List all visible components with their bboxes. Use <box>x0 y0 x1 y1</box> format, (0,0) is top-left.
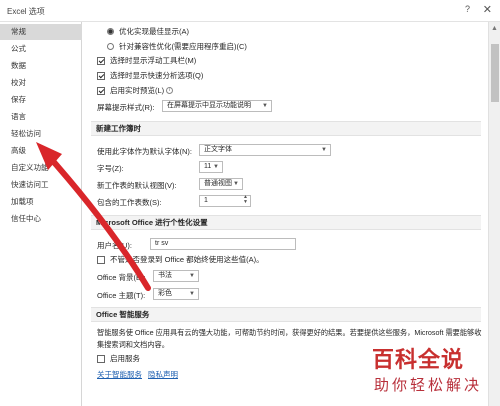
check-quick-analysis[interactable]: 选择时显示快速分析选项(Q) <box>97 70 203 81</box>
chevron-down-icon: ▼ <box>189 273 195 279</box>
tooltip-style-select[interactable]: 在屏幕提示中显示功能说明 ▼ <box>162 100 272 112</box>
sidebar-item-language[interactable]: 语言 <box>0 109 82 125</box>
sidebar-item-customize-ribbon[interactable]: 自定义功能 <box>0 160 82 176</box>
sidebar-item-trust-center[interactable]: 信任中心 <box>0 211 82 227</box>
font-label: 使用此字体作为默认字体(N): <box>97 147 192 156</box>
checkbox-unchecked-icon[interactable] <box>97 255 105 264</box>
sidebar-item-advanced[interactable]: 高级 <box>0 143 82 159</box>
default-view-label: 新工作表的默认视图(V): <box>97 181 177 190</box>
tooltip-style-value: 在屏幕提示中显示功能说明 <box>167 102 251 109</box>
window-title: Excel 选项 <box>7 7 45 16</box>
section-intelligent-services: Office 智能服务 <box>91 307 481 322</box>
check-live-preview-label: 启用实时预览(L) <box>110 86 165 95</box>
default-view-select[interactable]: 普通视图 ▼ <box>199 178 243 190</box>
spinner-icon[interactable]: ▲ ▼ <box>243 195 248 205</box>
sheet-count-stepper[interactable]: 1 ▲ ▼ <box>199 195 251 207</box>
radio-compatibility-label: 针对兼容性优化(需要应用程序重启)(C) <box>119 42 247 51</box>
checkbox-checked-icon[interactable] <box>97 71 105 80</box>
sidebar-item-general[interactable]: 常规 <box>0 24 82 40</box>
scroll-up-icon[interactable]: ▲ <box>491 25 498 32</box>
username-field[interactable]: tr sv <box>150 238 296 250</box>
chevron-down-icon: ▼ <box>189 291 195 297</box>
check-minitoolbar[interactable]: 选择时显示浮动工具栏(M) <box>97 55 196 66</box>
sheet-count-value: 1 <box>204 197 208 204</box>
sidebar-item-save[interactable]: 保存 <box>0 92 82 108</box>
checkbox-unchecked-icon[interactable] <box>97 354 105 363</box>
privacy-statement-link[interactable]: 隐私声明 <box>148 369 178 380</box>
chevron-down-icon: ▼ <box>321 147 327 153</box>
radio-on-icon[interactable] <box>107 28 114 35</box>
sidebar-item-addins[interactable]: 加载项 <box>0 194 82 210</box>
check-enable-services[interactable]: 启用服务 <box>97 353 140 364</box>
check-always-use[interactable]: 不管是否登录到 Office 都始终使用这些值(A)。 <box>97 254 264 265</box>
help-icon[interactable]: ? <box>465 4 470 14</box>
office-theme-select[interactable]: 彩色 ▼ <box>153 288 199 300</box>
sidebar-item-accessibility[interactable]: 轻松访问 <box>0 126 82 142</box>
watermark-line1: 百科全说 <box>372 348 465 373</box>
check-live-preview[interactable]: 启用实时预览(L) i <box>97 85 174 96</box>
chevron-down-icon: ▼ <box>213 164 219 170</box>
radio-compatibility[interactable]: 针对兼容性优化(需要应用程序重启)(C) <box>107 41 247 52</box>
checkbox-checked-icon[interactable] <box>97 86 105 95</box>
default-view-value: 普通视图 <box>204 180 232 187</box>
radio-off-icon[interactable] <box>107 43 114 50</box>
sidebar-item-proofing[interactable]: 校对 <box>0 75 82 91</box>
check-quick-analysis-label: 选择时显示快速分析选项(Q) <box>110 71 204 80</box>
tooltip-style-label: 屏幕提示样式(R): <box>97 103 155 112</box>
sidebar: 常规 公式 数据 校对 保存 语言 轻松访问 高级 自定义功能 快速访问工 加载… <box>0 22 82 406</box>
check-minitoolbar-label: 选择时显示浮动工具栏(M) <box>110 56 197 65</box>
font-value: 正文字体 <box>204 146 232 153</box>
office-background-label: Office 背景(B): <box>97 273 146 282</box>
section-personalize: Microsoft Office 进行个性化设置 <box>91 215 481 230</box>
about-intelligent-link[interactable]: 关于智能服务 <box>97 369 142 380</box>
font-size-value: 11 <box>204 163 212 170</box>
office-theme-value: 彩色 <box>158 290 172 297</box>
sidebar-item-data[interactable]: 数据 <box>0 58 82 74</box>
scrollbar-thumb[interactable] <box>491 44 499 102</box>
radio-optimize-display-label: 优化实现最佳显示(A) <box>119 27 189 36</box>
chevron-down-icon: ▼ <box>233 181 239 187</box>
sidebar-item-quick-access[interactable]: 快速访问工 <box>0 177 82 193</box>
username-value: tr sv <box>155 240 169 247</box>
radio-optimize-display[interactable]: 优化实现最佳显示(A) <box>107 26 189 37</box>
watermark: 百科全说 助你轻松解决 <box>366 340 492 402</box>
chevron-down-icon: ▼ <box>262 103 268 109</box>
check-always-use-label: 不管是否登录到 Office 都始终使用这些值(A)。 <box>110 255 264 264</box>
sidebar-item-formulas[interactable]: 公式 <box>0 41 82 57</box>
section-new-workbook: 新建工作簿时 <box>91 121 481 136</box>
office-theme-label: Office 主题(T): <box>97 291 146 300</box>
close-icon[interactable]: ✕ <box>483 3 492 16</box>
sheet-count-label: 包含的工作表数(S): <box>97 198 162 207</box>
info-icon: i <box>166 87 174 94</box>
office-background-select[interactable]: 书法 ▼ <box>153 270 199 282</box>
font-size-label: 字号(Z): <box>97 164 124 173</box>
watermark-line2: 助你轻松解决 <box>374 376 483 394</box>
check-enable-services-label: 启用服务 <box>110 354 140 363</box>
username-label: 用户名(U): <box>97 241 132 250</box>
office-background-value: 书法 <box>158 272 172 279</box>
font-size-select[interactable]: 11 ▼ <box>199 161 223 173</box>
checkbox-checked-icon[interactable] <box>97 56 105 65</box>
font-select[interactable]: 正文字体 ▼ <box>199 144 331 156</box>
title-bar: Excel 选项 ? ✕ <box>0 0 500 22</box>
